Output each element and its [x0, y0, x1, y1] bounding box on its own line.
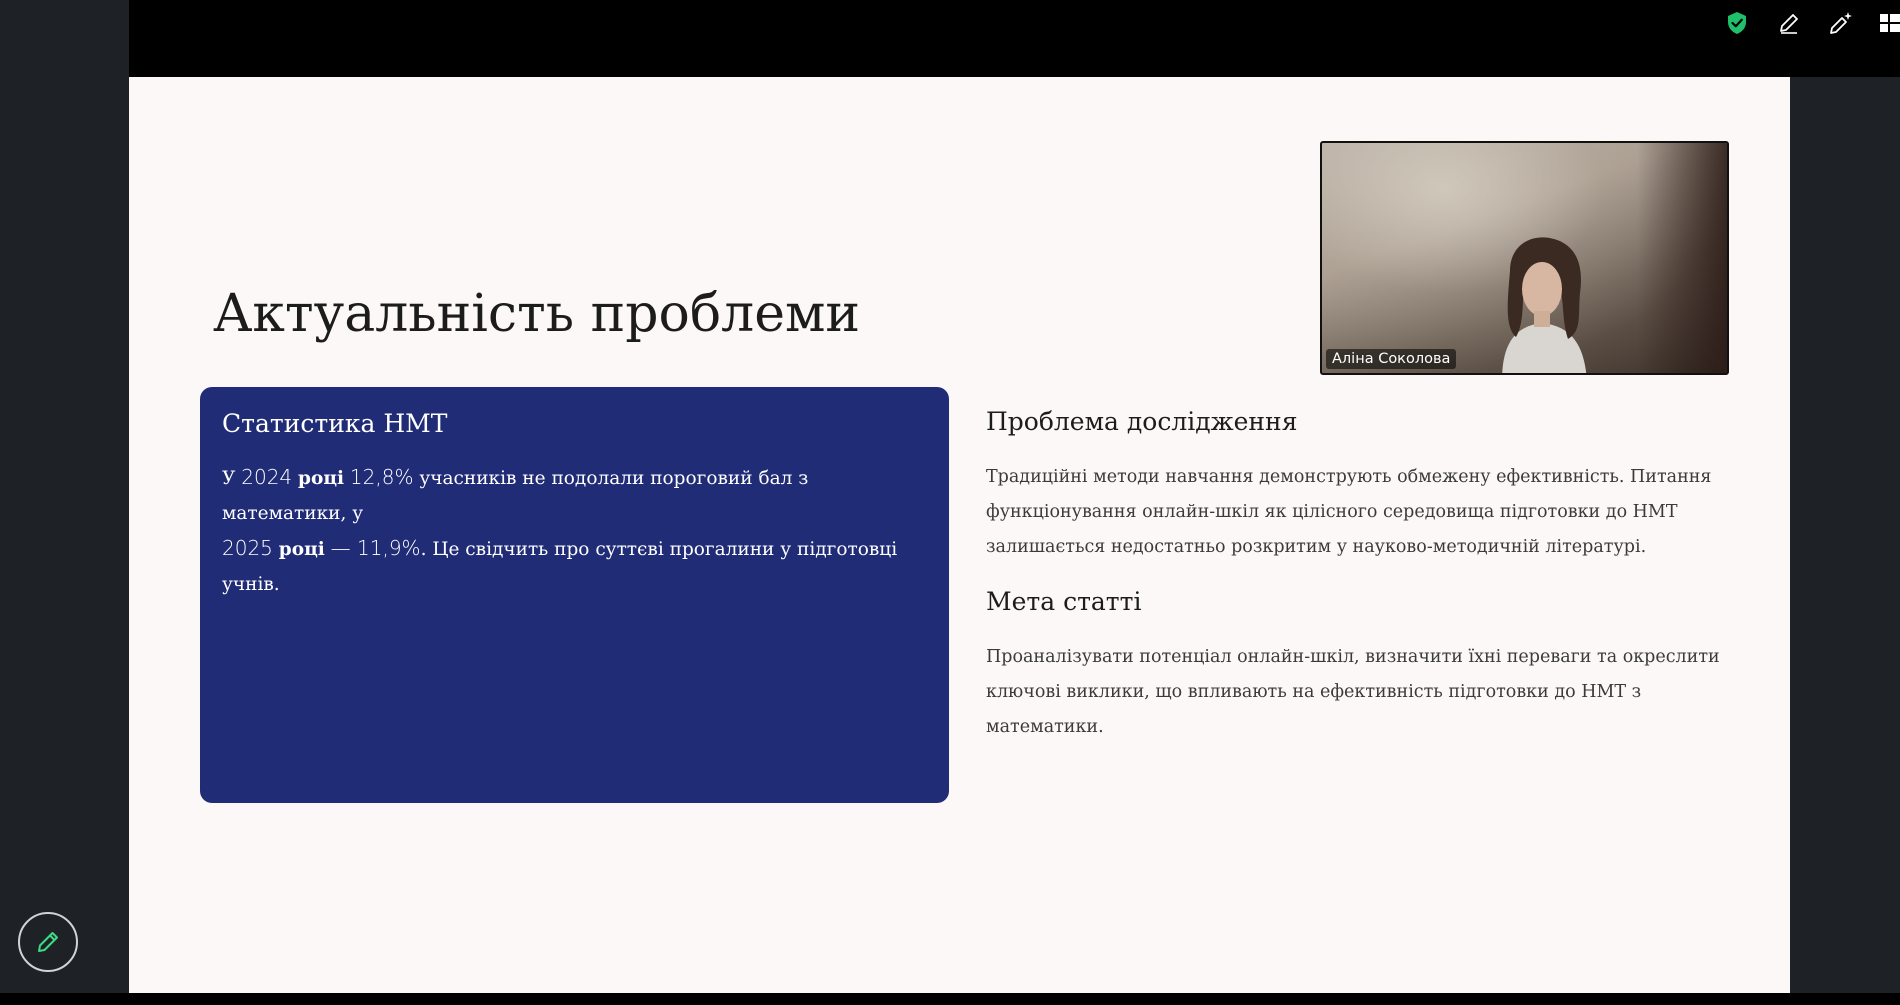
right-sidebar	[1790, 46, 1900, 993]
problem-text: Традиційні методи навчання демонструють …	[986, 467, 1712, 557]
presentation-screen: Актуальність проблеми Статистика НМТ У 2…	[0, 0, 1900, 1005]
goal-heading: Мета статті	[986, 587, 1142, 616]
stat-year: 2025	[222, 536, 273, 560]
stat-text-part: У	[222, 468, 242, 489]
statistics-heading: Статистика НМТ	[222, 409, 448, 438]
stat-bold: році	[298, 468, 345, 489]
statistics-text: У 2024 році 12,8% учасників не подолали …	[222, 460, 927, 602]
stat-percent: 12,8%	[349, 465, 414, 489]
right-column: Проблема дослідження Традиційні методи н…	[986, 407, 1726, 745]
bottom-bar	[0, 993, 1900, 1005]
problem-heading: Проблема дослідження	[986, 407, 1298, 436]
shield-check-icon[interactable]	[1722, 8, 1752, 38]
stat-year: 2024	[241, 465, 293, 489]
top-bar	[129, 0, 1900, 77]
stat-percent: — 11,9%	[330, 536, 421, 560]
annotate-button[interactable]	[18, 912, 78, 972]
goal-text: Проаналізувати потенціал онлайн-шкіл, ви…	[986, 647, 1720, 737]
stat-bold: році	[278, 539, 325, 560]
participant-name: Аліна Соколова	[1326, 349, 1457, 369]
top-toolbar	[1722, 8, 1900, 38]
sparkle-pen-icon[interactable]	[1826, 8, 1856, 38]
participant-video-tile[interactable]: Аліна Соколова	[1320, 141, 1729, 375]
pen-icon[interactable]	[1774, 8, 1804, 38]
left-sidebar	[0, 0, 129, 993]
participant-avatar	[1502, 237, 1587, 373]
grid-icon[interactable]	[1878, 8, 1900, 38]
pen-icon	[38, 932, 58, 952]
video-background	[1637, 143, 1727, 373]
statistics-card: Статистика НМТ У 2024 році 12,8% учасник…	[200, 387, 949, 803]
slide-title: Актуальність проблеми	[213, 284, 861, 344]
